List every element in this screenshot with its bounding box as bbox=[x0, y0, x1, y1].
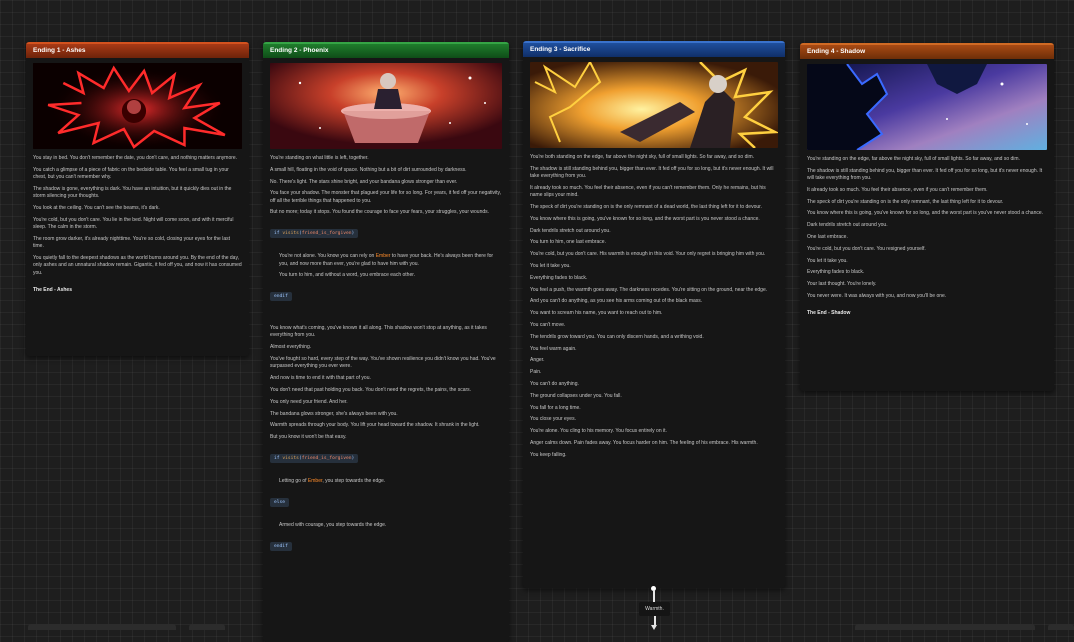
shadow-illustration bbox=[807, 64, 1047, 150]
offscreen-node-edge[interactable] bbox=[28, 624, 176, 630]
paragraph: You're both standing on the edge, far ab… bbox=[530, 154, 755, 160]
paragraph: The speck of dirt you're standing on is … bbox=[807, 198, 1004, 205]
paragraph: You're standing on what little is left, … bbox=[270, 155, 369, 161]
paragraph: You keep falling. bbox=[530, 451, 567, 458]
node-title[interactable]: Ending 2 - Phoenix bbox=[263, 42, 509, 58]
paragraph: You know where this is going, you've kno… bbox=[530, 215, 760, 222]
paragraph: But you know it won't be that easy. bbox=[270, 434, 347, 441]
paragraph: Dark tendrils stretch out around you. bbox=[807, 222, 888, 229]
paragraph: You're cold, but you don't care. His war… bbox=[530, 251, 766, 258]
paragraph: The speck of dirt you're standing on is … bbox=[530, 203, 762, 210]
node-ending-sacrifice[interactable]: Ending 3 - Sacrifice You're both standin… bbox=[523, 41, 785, 588]
code-argument: friend_is_forgiven bbox=[301, 455, 352, 461]
paragraph: A small hill, floating in the void of sp… bbox=[270, 166, 467, 173]
condition-else-block[interactable]: else bbox=[270, 497, 290, 507]
text-fragment: You're not alone. You know you can rely … bbox=[279, 253, 376, 260]
paragraph: The shadow is still standing behind you,… bbox=[530, 165, 774, 180]
paragraph: You only need your friend. And her. bbox=[270, 398, 348, 405]
text-fragment: , you step towards the edge. bbox=[322, 477, 386, 484]
paragraph: You close your eyes. bbox=[530, 416, 576, 423]
ending-label: The End - Ashes bbox=[33, 286, 72, 293]
paragraph: Anger calms down. Pain fades away. You f… bbox=[530, 439, 758, 446]
offscreen-node-edge[interactable] bbox=[1048, 624, 1074, 630]
code-argument: friend_is_forgiven bbox=[301, 231, 352, 237]
paragraph: You can't move. bbox=[530, 321, 566, 328]
paragraph: You fall for a long time. bbox=[530, 404, 581, 411]
ashes-illustration bbox=[33, 63, 242, 149]
paragraph: You feel a push, the warmth goes away. T… bbox=[530, 286, 768, 293]
condition-if-block[interactable]: if visits(friend_is_forgiven) bbox=[270, 229, 359, 239]
paragraph: Almost everything. bbox=[270, 344, 312, 351]
paragraph: You let it take you. bbox=[530, 262, 571, 269]
character-name: Ember bbox=[375, 253, 391, 260]
node-ending-phoenix[interactable]: Ending 2 - Phoenix You're standing on wh… bbox=[263, 42, 509, 642]
paragraph: The ground collapses under you. You fall… bbox=[530, 392, 622, 399]
paragraph: You know where this is going, you've kno… bbox=[807, 210, 1044, 217]
paragraph: The tendrils grow toward you. You can on… bbox=[530, 333, 704, 340]
paragraph: You let it take you. bbox=[807, 257, 848, 264]
paragraph: You face your shadow. The monster that p… bbox=[270, 190, 502, 204]
code-keyword: if bbox=[274, 231, 280, 237]
phoenix-illustration bbox=[270, 63, 502, 149]
paragraph: You catch a glimpse of a piece of fabric… bbox=[33, 166, 229, 181]
paragraph: The shadow is still standing behind you,… bbox=[807, 167, 1043, 182]
condition-endif-block[interactable]: endif bbox=[270, 541, 292, 551]
offscreen-node-edge[interactable] bbox=[855, 624, 1035, 630]
paragraph: Your last thought. You're lonely. bbox=[807, 281, 877, 288]
condition-if-block[interactable]: if visits(friend_is_forgiven) bbox=[270, 453, 359, 463]
arrow-down-icon bbox=[651, 625, 657, 630]
node-title[interactable]: Ending 3 - Sacrifice bbox=[523, 41, 785, 57]
paragraph: The shadow is gone, everything is dark. … bbox=[33, 185, 232, 200]
character-name: Ember bbox=[307, 477, 323, 484]
paragraph: It already took so much. You feel their … bbox=[807, 186, 988, 193]
paragraph: You don't need that past holding you bac… bbox=[270, 386, 472, 393]
code-keyword: if bbox=[274, 455, 280, 461]
paragraph: The bandana glows stronger, she's always… bbox=[270, 410, 398, 417]
paragraph: No. There's light. The stars shine brigh… bbox=[270, 178, 458, 185]
paragraph: You've fought so hard, every step of the… bbox=[270, 356, 496, 370]
paragraph: You're not alone. You know you can rely … bbox=[279, 253, 502, 268]
paragraph: You quietly fall to the deepest shadows … bbox=[33, 254, 242, 276]
paragraph: Everything fades to black. bbox=[807, 269, 865, 276]
paragraph: Pain. bbox=[530, 369, 542, 376]
code-function: visits bbox=[282, 455, 299, 461]
node-title[interactable]: Ending 4 - Shadow bbox=[800, 43, 1054, 59]
node-ending-shadow[interactable]: Ending 4 - Shadow You're standing on the… bbox=[800, 43, 1054, 391]
node-ending-ashes[interactable]: Ending 1 - Ashes You stay in bed. You do… bbox=[26, 42, 249, 356]
connector-line bbox=[653, 590, 655, 602]
paragraph: It already took so much. You feel their … bbox=[530, 184, 766, 199]
code-function: visits bbox=[282, 231, 299, 237]
paragraph: Dark tendrils stretch out around you. bbox=[530, 227, 611, 234]
paragraph: You never were. It was always with you, … bbox=[807, 293, 947, 300]
paragraph: You're cold, but you don't care. You res… bbox=[807, 245, 926, 252]
paragraph: Armed with courage, you step towards the… bbox=[279, 521, 387, 528]
paragraph: You're cold, but you don't care. You lie… bbox=[33, 216, 234, 231]
paragraph: You turn to him, and without a word, you… bbox=[279, 272, 416, 279]
paragraph: You stay in bed. You don't remember the … bbox=[33, 155, 238, 161]
paragraph: And you can't do anything, as you see hi… bbox=[530, 298, 703, 305]
paragraph: You can't do anything. bbox=[530, 380, 579, 387]
paragraph: You know what's coming, you've known it … bbox=[270, 325, 487, 339]
ending-label: The End - Shadow bbox=[807, 310, 851, 317]
offscreen-node-edge[interactable] bbox=[189, 624, 225, 630]
paragraph: The room grow darker, it's already night… bbox=[33, 235, 231, 250]
condition-endif-block[interactable]: endif bbox=[270, 292, 292, 302]
paragraph: Anger. bbox=[530, 357, 545, 364]
paragraph: Letting go of Ember, you step towards th… bbox=[279, 478, 502, 485]
paragraph: One last embrace. bbox=[807, 234, 848, 241]
node-title[interactable]: Ending 1 - Ashes bbox=[26, 42, 249, 58]
paragraph: You're standing on the edge, far above t… bbox=[807, 156, 1020, 162]
paragraph: Warmth spreads through your body. You li… bbox=[270, 422, 480, 429]
text-fragment: Letting go of bbox=[279, 477, 308, 484]
sacrifice-illustration bbox=[530, 62, 778, 148]
paragraph: You feel warm again. bbox=[530, 345, 577, 352]
paragraph: You look at the ceiling. You can't see t… bbox=[33, 204, 160, 211]
paragraph: Everything fades to black. bbox=[530, 274, 588, 281]
paragraph: But no more; today it stops. You found t… bbox=[270, 209, 490, 216]
paragraph: You're alone. You cling to his memory. Y… bbox=[530, 428, 667, 435]
paragraph: You want to scream his name, you want to… bbox=[530, 310, 663, 317]
paragraph: You turn to him, one last embrace. bbox=[530, 239, 606, 246]
choice-warmth[interactable]: Warmth. bbox=[639, 602, 670, 616]
paragraph: And now is time to end it with that part… bbox=[270, 375, 371, 382]
